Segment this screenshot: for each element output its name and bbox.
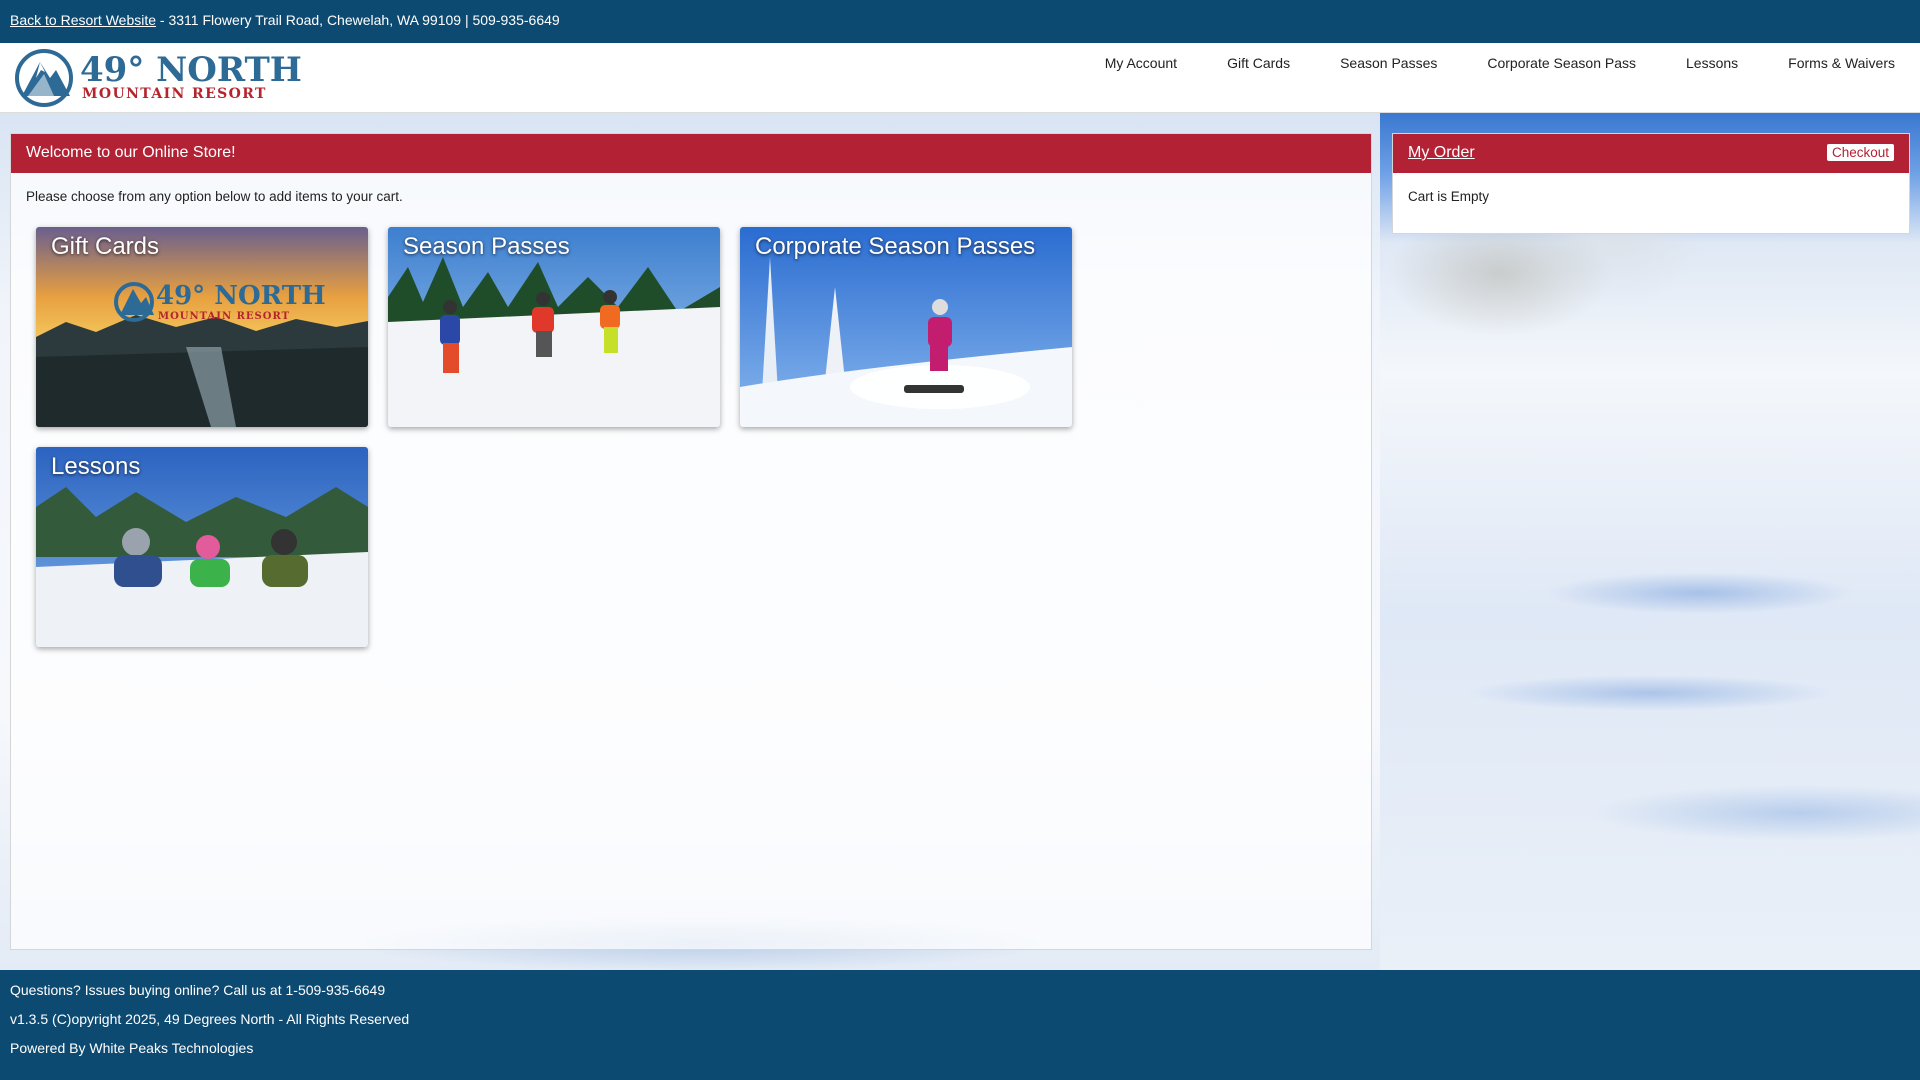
tile-lessons[interactable]: Lessons — [36, 447, 368, 647]
store-intro-text: Please choose from any option below to a… — [26, 189, 403, 204]
footer-copyright: v1.3.5 (C)opyright 2025, 49 Degrees Nort… — [10, 1011, 410, 1027]
order-panel-header: My Order Checkout — [1393, 134, 1909, 173]
nav-lessons[interactable]: Lessons — [1661, 43, 1763, 83]
tile-lessons-title: Lessons — [51, 453, 141, 480]
tile-gift-cards-title: Gift Cards — [51, 233, 160, 260]
top-info-bar: Back to Resort Website - 3311 Flowery Tr… — [0, 0, 1920, 43]
tile-season-passes-title: Season Passes — [403, 233, 570, 260]
order-panel: My Order Checkout Cart is Empty — [1392, 133, 1910, 234]
tile-gift-cards[interactable]: 49° NORTH MOUNTAIN RESORT Gift Cards — [36, 227, 368, 427]
mountain-logo-icon — [15, 49, 73, 107]
tile-season-passes[interactable]: Season Passes — [388, 227, 720, 427]
nav-forms-waivers[interactable]: Forms & Waivers — [1763, 43, 1920, 83]
nav-gift-cards[interactable]: Gift Cards — [1202, 43, 1315, 83]
footer-powered-by: Powered By White Peaks Technologies — [10, 1040, 254, 1056]
logo-title: 49° NORTH — [80, 50, 302, 90]
footer-help-text: Questions? Issues buying online? Call us… — [10, 982, 386, 998]
nav-corporate-season-pass[interactable]: Corporate Season Pass — [1462, 43, 1661, 83]
nav-my-account[interactable]: My Account — [1080, 43, 1202, 83]
cart-status: Cart is Empty — [1408, 189, 1490, 204]
back-to-resort-link[interactable]: Back to Resort Website — [10, 12, 156, 28]
resort-logo[interactable]: 49° NORTH MOUNTAIN RESORT — [14, 48, 302, 108]
logo-subtitle: MOUNTAIN RESORT — [82, 86, 267, 102]
main-nav: My Account Gift Cards Season Passes Corp… — [1080, 43, 1920, 83]
store-panel-header: Welcome to our Online Store! — [11, 134, 1371, 173]
checkout-button[interactable]: Checkout — [1826, 144, 1894, 161]
gift-card-logo-subtitle: MOUNTAIN RESORT — [158, 311, 291, 322]
gift-card-logo-title: 49° NORTH — [156, 281, 326, 311]
nav-season-passes[interactable]: Season Passes — [1315, 43, 1462, 83]
resort-address: - 3311 Flowery Trail Road, Chewelah, WA … — [159, 12, 560, 28]
site-header: 49° NORTH MOUNTAIN RESORT My Account Gif… — [0, 43, 1920, 113]
my-order-link[interactable]: My Order — [1408, 144, 1475, 161]
site-footer: Questions? Issues buying online? Call us… — [0, 970, 1920, 1080]
tile-corporate-season-passes-title: Corporate Season Passes — [755, 233, 1036, 260]
store-panel: Welcome to our Online Store! Please choo… — [10, 133, 1372, 950]
tile-corporate-season-passes[interactable]: Corporate Season Passes — [740, 227, 1072, 427]
